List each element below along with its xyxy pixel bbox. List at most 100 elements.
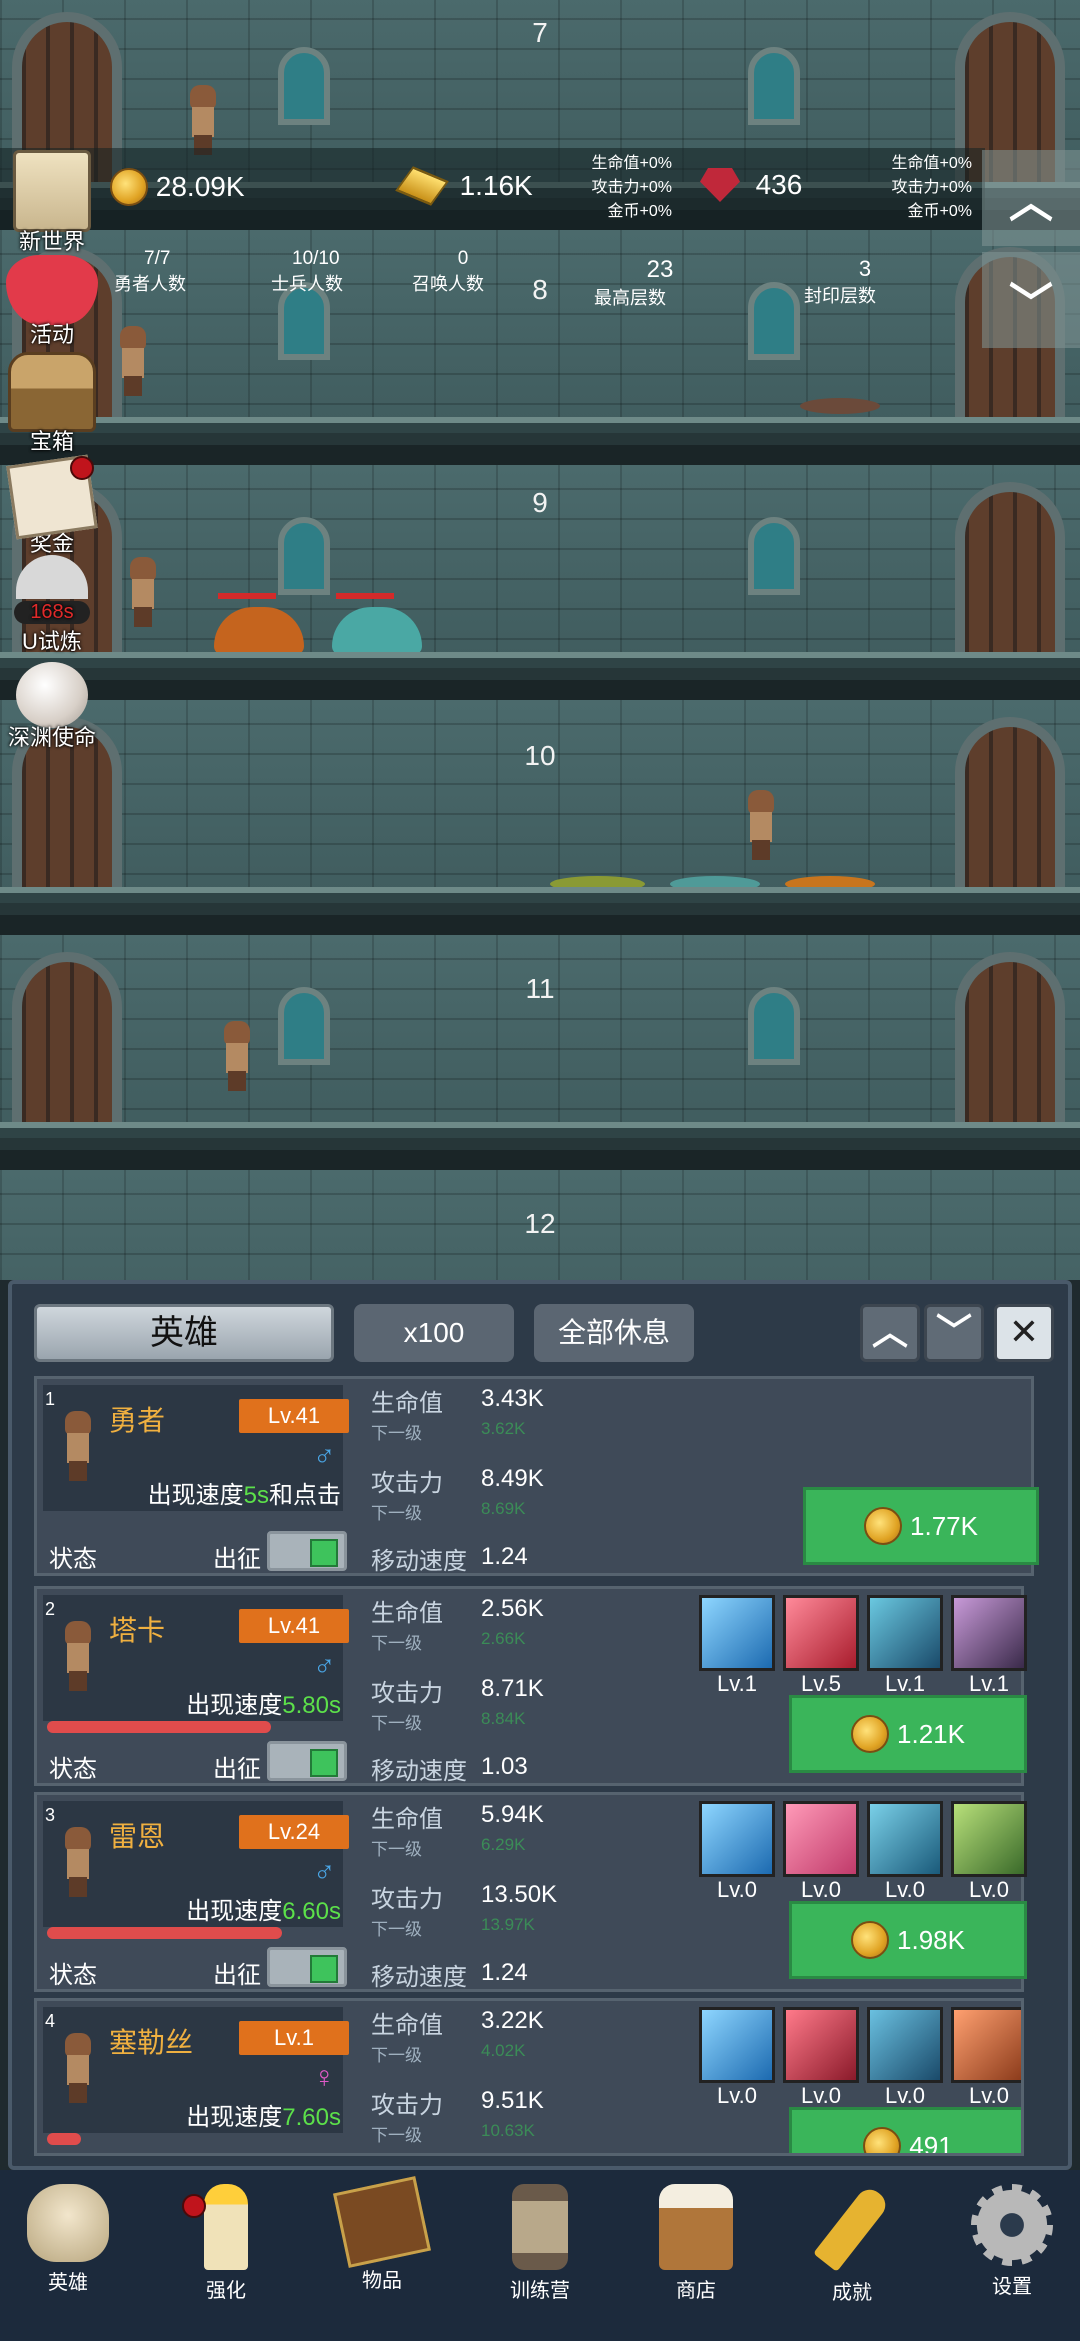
side-abyss-mission[interactable]: 深渊使命	[2, 662, 102, 752]
orange-slime[interactable]	[214, 607, 304, 655]
side-chest[interactable]: 宝箱	[2, 352, 102, 456]
hero-card[interactable]: 2 塔卡 Lv.41 ♂ 出现速度5.80s 状态 出征 生命值 2.56K 下…	[34, 1586, 1027, 1786]
coin-icon	[110, 168, 148, 206]
beer-mug-icon	[659, 2184, 733, 2270]
collapse-up-button[interactable]: ︿	[860, 1304, 920, 1362]
nav-enhance[interactable]: 强化	[166, 2184, 286, 2303]
scroll-up-button[interactable]: ︿	[982, 150, 1080, 246]
hero-health-bar	[47, 1721, 271, 1733]
deploy-toggle[interactable]	[267, 1531, 347, 1571]
gold-bar-icon	[395, 166, 449, 206]
appear-speed: 出现速度5s和点击	[147, 1482, 341, 1509]
appear-speed: 出现速度7.60s	[186, 2104, 341, 2131]
male-icon: ♂	[313, 1649, 336, 1682]
chevron-up-icon: ︿	[871, 1311, 908, 1352]
enemy-hp-bar	[218, 593, 276, 599]
close-icon: ✕	[1008, 1311, 1040, 1352]
slime-remains	[800, 398, 880, 414]
ruby-bonus: 生命值+0% 攻击力+0% 金币+0%	[891, 155, 972, 220]
hero-info: 2 塔卡 Lv.41 ♂ 出现速度5.80s	[43, 1595, 349, 1721]
hero-sprite[interactable]	[126, 557, 160, 627]
hero-info: 4 塞勒丝 Lv.1 ♀ 出现速度7.60s	[43, 2007, 349, 2133]
coin-icon	[863, 2127, 902, 2153]
nav-heroes[interactable]: 英雄	[8, 2184, 128, 2295]
pickaxe-icon[interactable]	[951, 1595, 1027, 1671]
deploy-toggle[interactable]	[267, 1947, 347, 1987]
orb-icon	[16, 555, 88, 599]
candle-icon	[204, 2184, 248, 2270]
floor-number: 12	[524, 1208, 556, 1239]
dagger-icon[interactable]	[783, 1801, 859, 1877]
floor-number: 8	[532, 274, 548, 305]
map-icon	[13, 150, 91, 232]
hero-sprite[interactable]	[116, 326, 150, 396]
hero-sprite[interactable]	[744, 790, 778, 860]
deploy-toggle[interactable]	[267, 1741, 347, 1781]
close-button[interactable]: ✕	[994, 1304, 1054, 1362]
expand-down-button[interactable]: ﹀	[924, 1304, 984, 1362]
floor-number: 7	[532, 17, 548, 48]
upgrade-button[interactable]: 491	[789, 2107, 1021, 2153]
hero-count: 7/7 勇者人数	[114, 248, 186, 294]
window	[748, 517, 800, 595]
side-event[interactable]: 活动	[2, 255, 102, 349]
boot-icon[interactable]	[867, 1801, 943, 1877]
trial-timer: 168s	[14, 601, 90, 624]
key-icon	[813, 2184, 891, 2272]
totem-icon[interactable]	[951, 2007, 1021, 2083]
axe-shield-icon[interactable]	[699, 1595, 775, 1671]
appear-speed: 出现速度5.80s	[186, 1692, 341, 1719]
upgrade-button[interactable]: 1.77K	[803, 1487, 1039, 1565]
coin-icon	[851, 1715, 890, 1753]
nav-training[interactable]: 训练营	[480, 2184, 600, 2303]
gold-bar-bonus: 生命值+0% 攻击力+0% 金币+0%	[591, 155, 672, 220]
ruby-counter[interactable]: 436	[700, 168, 802, 202]
teal-slime[interactable]	[332, 607, 422, 655]
chevron-up-icon: ︿	[1009, 178, 1053, 227]
coin-icon	[851, 1921, 890, 1959]
floor-9: 9	[0, 465, 1080, 700]
gold-bar-counter[interactable]: 1.16K	[395, 166, 533, 206]
floor-11: 11	[0, 935, 1080, 1170]
nav-settings[interactable]: 设置	[952, 2184, 1072, 2299]
axe-icon[interactable]	[783, 1595, 859, 1671]
gold-counter[interactable]: 28.09K	[110, 168, 245, 206]
hero-panel: 英雄 x100 全部休息 ︿ ﹀ ✕ 1 勇者 Lv.41 ♂ 出现速度5s和点…	[8, 1280, 1072, 2170]
nav-achievements[interactable]: 成就	[792, 2184, 912, 2305]
soldier-count: 10/10 士兵人数	[271, 248, 343, 294]
heart-icon	[6, 255, 98, 325]
scroll-down-button[interactable]: ﹀	[982, 252, 1080, 348]
hero-card[interactable]: 1 勇者 Lv.41 ♂ 出现速度5s和点击 状态 出征 生命值 3.43K 下…	[34, 1376, 1039, 1576]
hero-info: 1 勇者 Lv.41 ♂ 出现速度5s和点击	[43, 1385, 349, 1511]
hero-card[interactable]: 3 雷恩 Lv.24 ♂ 出现速度6.60s 状态 出征 生命值 5.94K 下…	[34, 1792, 1027, 1992]
side-trial[interactable]: 168s U试炼	[2, 555, 102, 656]
enemy-hp-bar	[336, 593, 394, 599]
side-bonus[interactable]: 奖金	[2, 454, 102, 558]
serpent-icon[interactable]	[951, 1801, 1027, 1877]
rest-all-button[interactable]: 全部休息	[534, 1304, 694, 1362]
side-new-world[interactable]: 新世界	[2, 150, 102, 256]
door	[955, 717, 1065, 887]
male-icon: ♂	[313, 1439, 336, 1472]
star-shield-icon[interactable]	[699, 2007, 775, 2083]
bottom-nav: 英雄 强化 物品 训练营 商店 成就 设置	[0, 2170, 1080, 2341]
upgrade-button[interactable]: 1.21K	[789, 1695, 1027, 1773]
boots-icon[interactable]	[867, 2007, 943, 2083]
sword-shield-icon[interactable]	[699, 1801, 775, 1877]
hero-health-bar	[47, 1927, 282, 1939]
boot-icon[interactable]	[867, 1595, 943, 1671]
nav-shop[interactable]: 商店	[636, 2184, 756, 2303]
door	[955, 952, 1065, 1122]
nav-items[interactable]: 物品	[322, 2176, 442, 2293]
book-icon	[333, 2176, 431, 2268]
hero-card[interactable]: 4 塞勒丝 Lv.1 ♀ 出现速度7.60s 生命值 3.22K 下一级 4.0…	[34, 1998, 1024, 2156]
multiplier-button[interactable]: x100	[354, 1304, 514, 1362]
fangs-icon[interactable]	[783, 2007, 859, 2083]
hero-sprite[interactable]	[220, 1021, 254, 1091]
sealed-floor: 3 封印层数	[804, 256, 876, 306]
hero-sprite[interactable]	[186, 85, 220, 155]
floor-number: 11	[525, 973, 555, 1004]
window	[748, 987, 800, 1065]
floor-10: 10	[0, 700, 1080, 935]
upgrade-button[interactable]: 1.98K	[789, 1901, 1027, 1979]
